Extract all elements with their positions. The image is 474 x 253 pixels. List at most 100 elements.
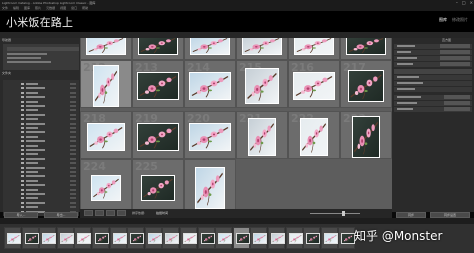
grid-cell[interactable]: 219 bbox=[132, 111, 184, 159]
slider-handle[interactable] bbox=[342, 211, 345, 216]
grid-cell[interactable] bbox=[184, 38, 236, 60]
filmstrip-thumbnail[interactable] bbox=[109, 227, 127, 249]
folder-row[interactable] bbox=[3, 82, 79, 86]
filmstrip-thumbnail[interactable] bbox=[215, 227, 233, 249]
quick-develop-row[interactable] bbox=[394, 62, 472, 67]
photo-thumbnail[interactable] bbox=[352, 115, 380, 158]
photo-thumbnail[interactable] bbox=[242, 38, 282, 56]
folder-row[interactable] bbox=[3, 152, 79, 156]
grid-cell[interactable] bbox=[236, 38, 288, 60]
photo-thumbnail[interactable] bbox=[141, 175, 175, 202]
folder-row[interactable] bbox=[3, 144, 79, 148]
grid-cell[interactable] bbox=[340, 159, 392, 209]
folder-row[interactable] bbox=[3, 196, 79, 200]
module-library[interactable]: 图库 bbox=[439, 17, 447, 23]
grid-cell[interactable] bbox=[340, 38, 392, 60]
folder-row[interactable] bbox=[3, 174, 79, 178]
catalog-row[interactable] bbox=[7, 53, 47, 55]
loupe-view-icon[interactable] bbox=[95, 210, 104, 216]
catalog-row-selected[interactable] bbox=[7, 47, 79, 51]
grid-cell[interactable]: 218 bbox=[80, 111, 132, 159]
folder-row[interactable] bbox=[3, 86, 79, 90]
folder-row[interactable] bbox=[3, 117, 79, 121]
quick-develop-row[interactable] bbox=[394, 44, 472, 49]
catalog-row[interactable] bbox=[7, 57, 41, 59]
filmstrip-thumbnail[interactable] bbox=[92, 227, 109, 249]
navigator-header[interactable]: 导航器 bbox=[2, 38, 11, 43]
photo-thumbnail[interactable] bbox=[86, 38, 126, 56]
grid-cell[interactable]: 224 bbox=[80, 159, 132, 209]
filmstrip-thumbnail[interactable] bbox=[197, 227, 215, 249]
folder-row[interactable] bbox=[3, 95, 79, 99]
folder-row[interactable] bbox=[3, 104, 79, 108]
photo-thumbnail[interactable] bbox=[346, 38, 386, 56]
grid-cell[interactable]: 220 bbox=[184, 111, 236, 159]
metadata-row[interactable] bbox=[394, 95, 472, 100]
filmstrip-thumbnail[interactable] bbox=[21, 227, 39, 249]
photo-thumbnail[interactable] bbox=[293, 71, 335, 100]
filmstrip-thumbnail[interactable] bbox=[4, 227, 21, 249]
folders-header[interactable]: 文件夹 bbox=[2, 71, 11, 76]
photo-thumbnail[interactable] bbox=[87, 122, 125, 151]
folder-row[interactable] bbox=[3, 113, 79, 117]
folder-row[interactable] bbox=[3, 183, 79, 187]
grid-cell[interactable]: 214 bbox=[184, 60, 236, 108]
keyword-row[interactable] bbox=[394, 75, 472, 80]
photo-thumbnail[interactable] bbox=[189, 71, 231, 100]
photo-thumbnail[interactable] bbox=[245, 67, 279, 104]
grid-cell[interactable] bbox=[288, 159, 340, 209]
grid-cell[interactable] bbox=[236, 159, 288, 209]
photo-thumbnail[interactable] bbox=[137, 122, 179, 151]
filmstrip-thumbnail[interactable] bbox=[303, 227, 321, 249]
folder-row[interactable] bbox=[3, 135, 79, 139]
grid-cell[interactable]: 217 bbox=[340, 60, 392, 108]
filmstrip-thumbnail[interactable] bbox=[250, 227, 268, 249]
folder-row[interactable] bbox=[3, 126, 79, 130]
folder-row[interactable] bbox=[3, 108, 79, 112]
photo-thumbnail[interactable] bbox=[93, 64, 119, 107]
keyword-row[interactable] bbox=[394, 81, 472, 86]
folder-row[interactable] bbox=[3, 157, 79, 161]
metadata-row[interactable] bbox=[394, 101, 472, 106]
grid-cell[interactable]: 223 bbox=[340, 111, 392, 159]
quick-develop-row[interactable] bbox=[394, 50, 472, 55]
module-develop[interactable]: 修改照片 bbox=[452, 17, 468, 23]
folder-row[interactable] bbox=[3, 205, 79, 209]
photo-thumbnail[interactable] bbox=[300, 117, 328, 156]
folder-row[interactable] bbox=[3, 192, 79, 196]
histogram-header[interactable]: 直方图 bbox=[442, 38, 451, 43]
keyword-field[interactable] bbox=[394, 69, 472, 74]
filmstrip-thumbnail[interactable] bbox=[162, 227, 180, 249]
filmstrip-thumbnail[interactable] bbox=[268, 227, 285, 249]
folder-row[interactable] bbox=[3, 91, 79, 95]
photo-thumbnail[interactable] bbox=[294, 38, 334, 56]
filmstrip-thumbnail[interactable] bbox=[232, 227, 250, 249]
grid-cell[interactable]: 216 bbox=[288, 60, 340, 108]
survey-view-icon[interactable] bbox=[117, 210, 126, 216]
photo-thumbnail[interactable] bbox=[91, 175, 121, 202]
photo-thumbnail[interactable] bbox=[195, 167, 225, 209]
catalog-row[interactable] bbox=[7, 61, 51, 63]
folder-row[interactable] bbox=[3, 122, 79, 126]
photo-thumbnail[interactable] bbox=[348, 69, 384, 102]
filmstrip-thumbnail[interactable] bbox=[127, 227, 145, 249]
filmstrip-thumbnail[interactable] bbox=[338, 227, 356, 249]
folder-row[interactable] bbox=[3, 188, 79, 192]
grid-cell[interactable]: 221 bbox=[236, 111, 288, 159]
filmstrip-thumbnail[interactable] bbox=[56, 227, 74, 249]
filmstrip-thumbnail[interactable] bbox=[320, 227, 338, 249]
filmstrip-thumbnail[interactable] bbox=[285, 227, 303, 249]
folder-row[interactable] bbox=[3, 139, 79, 143]
folder-row[interactable] bbox=[3, 161, 79, 165]
filmstrip-thumbnail[interactable] bbox=[144, 227, 162, 249]
photo-thumbnail[interactable] bbox=[137, 71, 179, 100]
grid-cell[interactable] bbox=[132, 38, 184, 60]
grid-cell[interactable] bbox=[80, 38, 132, 60]
quick-develop-row[interactable] bbox=[394, 56, 472, 61]
folder-row[interactable] bbox=[3, 100, 79, 104]
folder-row[interactable] bbox=[3, 166, 79, 170]
navigator-preview[interactable] bbox=[3, 44, 79, 70]
photo-thumbnail[interactable] bbox=[138, 38, 178, 56]
grid-cell[interactable]: 212 bbox=[80, 60, 132, 108]
photo-thumbnail[interactable] bbox=[248, 117, 276, 156]
